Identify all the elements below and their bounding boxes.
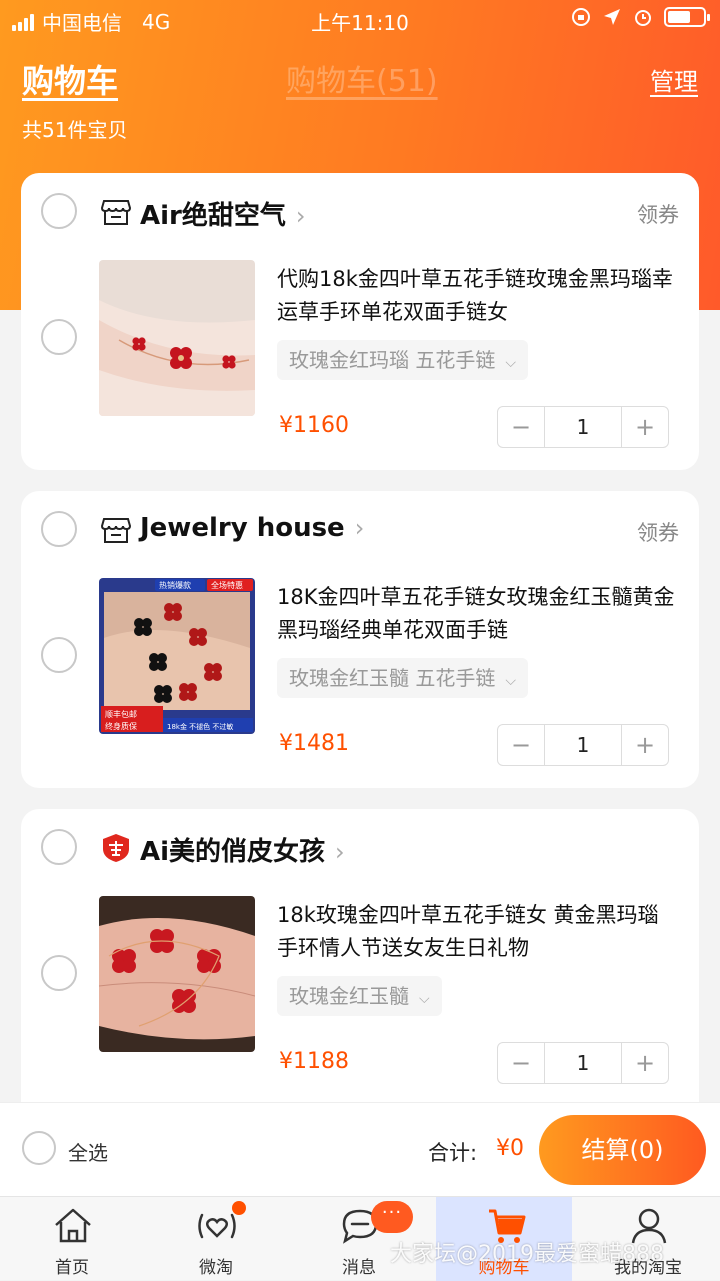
shop-header[interactable]: Air绝甜空气 › 领券 (21, 193, 699, 233)
shop-card: Jewelry house › 领券 热销爆款 全场特惠 顺丰包邮 终身质保 1… (21, 491, 699, 788)
quantity-stepper: − 1 + (497, 1042, 669, 1084)
chevron-down-icon: ⌵ (419, 991, 430, 1007)
battery-icon (664, 7, 710, 27)
increase-button[interactable]: + (622, 407, 668, 447)
quantity-value[interactable]: 1 (544, 1043, 622, 1083)
select-all-radio[interactable] (22, 1131, 56, 1165)
tab-weitao[interactable]: 微淘 (146, 1197, 286, 1281)
product-title[interactable]: 代购18k金四叶草五花手链玫瑰金黑玛瑙幸运草手环单花双面手链女 (277, 263, 677, 329)
coupon-button[interactable]: 领券 (637, 199, 679, 229)
shop-name[interactable]: Ai美的俏皮女孩 › (140, 831, 345, 868)
sku-selector[interactable]: 玫瑰金红玉髓 ⌵ (277, 976, 442, 1016)
chevron-right-icon: › (295, 202, 306, 230)
home-icon (55, 1208, 91, 1243)
center-title: 购物车(51) (286, 64, 438, 99)
status-bar: 中国电信 4G 上午11:10 (0, 0, 720, 40)
product-title[interactable]: 18k玫瑰金四叶草五花手链女 黄金黑玛瑙手环情人节送女友生日礼物 (277, 899, 677, 965)
shop-card: Air绝甜空气› 领券 代购18k金四叶草五花手链玫瑰金黑玛瑙幸运草手环单花双 (21, 173, 699, 470)
sku-selector[interactable]: 玫瑰金红玉髓 五花手链 ⌵ (277, 658, 528, 698)
product-price: ¥1160 (279, 413, 349, 438)
item-select-radio[interactable] (41, 637, 77, 673)
image-tag-material: 18k金 不褪色 不过敏 (167, 722, 233, 731)
manage-button[interactable]: 管理 (650, 62, 698, 97)
tab-home[interactable]: 首页 (2, 1197, 142, 1281)
chevron-down-icon: ⌵ (505, 673, 516, 689)
product-image[interactable] (99, 260, 255, 416)
chevron-down-icon: ⌵ (505, 355, 516, 371)
store-icon (101, 518, 131, 543)
image-tag-warranty: 终身质保 (105, 721, 137, 731)
status-icons (570, 6, 710, 28)
quantity-value[interactable]: 1 (544, 407, 622, 447)
quantity-stepper: − 1 + (497, 406, 669, 448)
total-label: 合计: (428, 1141, 478, 1165)
item-count: 共51件宝贝 (22, 118, 128, 142)
product-price: ¥1481 (279, 731, 349, 756)
shop-header[interactable]: Ai美的俏皮女孩 › (21, 829, 699, 869)
location-icon (604, 9, 620, 25)
image-tag-hot: 热销爆款 (159, 580, 191, 590)
shop-card: Ai美的俏皮女孩 › 18k玫瑰金四叶草五花手链女 黄金黑玛瑙手环情人节送女友生日… (21, 809, 699, 1129)
product-image[interactable]: 热销爆款 全场特惠 顺丰包邮 终身质保 18k金 不褪色 不过敏 (99, 578, 255, 734)
decrease-button[interactable]: − (498, 407, 544, 447)
decrease-button[interactable]: − (498, 1043, 544, 1083)
increase-button[interactable]: + (622, 725, 668, 765)
rotation-lock-icon (572, 8, 590, 26)
page-title: 购物车 (22, 62, 119, 100)
item-select-radio[interactable] (41, 319, 77, 355)
sku-selector[interactable]: 玫瑰金红玛瑙 五花手链 ⌵ (277, 340, 528, 380)
chevron-right-icon: › (335, 838, 345, 866)
product-image[interactable] (99, 896, 255, 1052)
weitao-icon (198, 1213, 236, 1239)
product-title[interactable]: 18K金四叶草五花手链女玫瑰金红玉髓黄金黑玛瑙经典单花双面手链 (277, 581, 677, 647)
quantity-value[interactable]: 1 (544, 725, 622, 765)
chevron-right-icon: › (354, 514, 365, 542)
coupon-button[interactable]: 领券 (637, 517, 679, 547)
total-value: ¥0 (496, 1136, 524, 1161)
enterprise-store-icon (103, 834, 129, 862)
shop-name[interactable]: Air绝甜空气 › (140, 195, 305, 232)
increase-button[interactable]: + (622, 1043, 668, 1083)
shop-header[interactable]: Jewelry house › 领券 (21, 511, 699, 551)
shop-name[interactable]: Jewelry house › (140, 513, 364, 543)
quantity-stepper: − 1 + (497, 724, 669, 766)
tab-weitao-label: 微淘 (199, 1258, 233, 1278)
checkout-bar: 全选 合计: ¥0 结算(0) (0, 1102, 720, 1196)
message-badge: ··· (371, 1201, 413, 1233)
image-tag-shipping: 顺丰包邮 (105, 709, 137, 719)
alarm-icon (635, 10, 651, 26)
checkout-button[interactable]: 结算(0) (539, 1115, 706, 1185)
select-all-label[interactable]: 全选 (68, 1137, 108, 1166)
image-tag-sale: 全场特惠 (211, 580, 243, 590)
item-select-radio[interactable] (41, 955, 77, 991)
decrease-button[interactable]: − (498, 725, 544, 765)
store-icon (101, 200, 131, 225)
notification-dot (232, 1201, 246, 1215)
product-price: ¥1188 (279, 1049, 349, 1074)
watermark: 大家坛@2019最爱蜜蜡888 (390, 1242, 664, 1267)
tab-home-label: 首页 (55, 1258, 89, 1278)
